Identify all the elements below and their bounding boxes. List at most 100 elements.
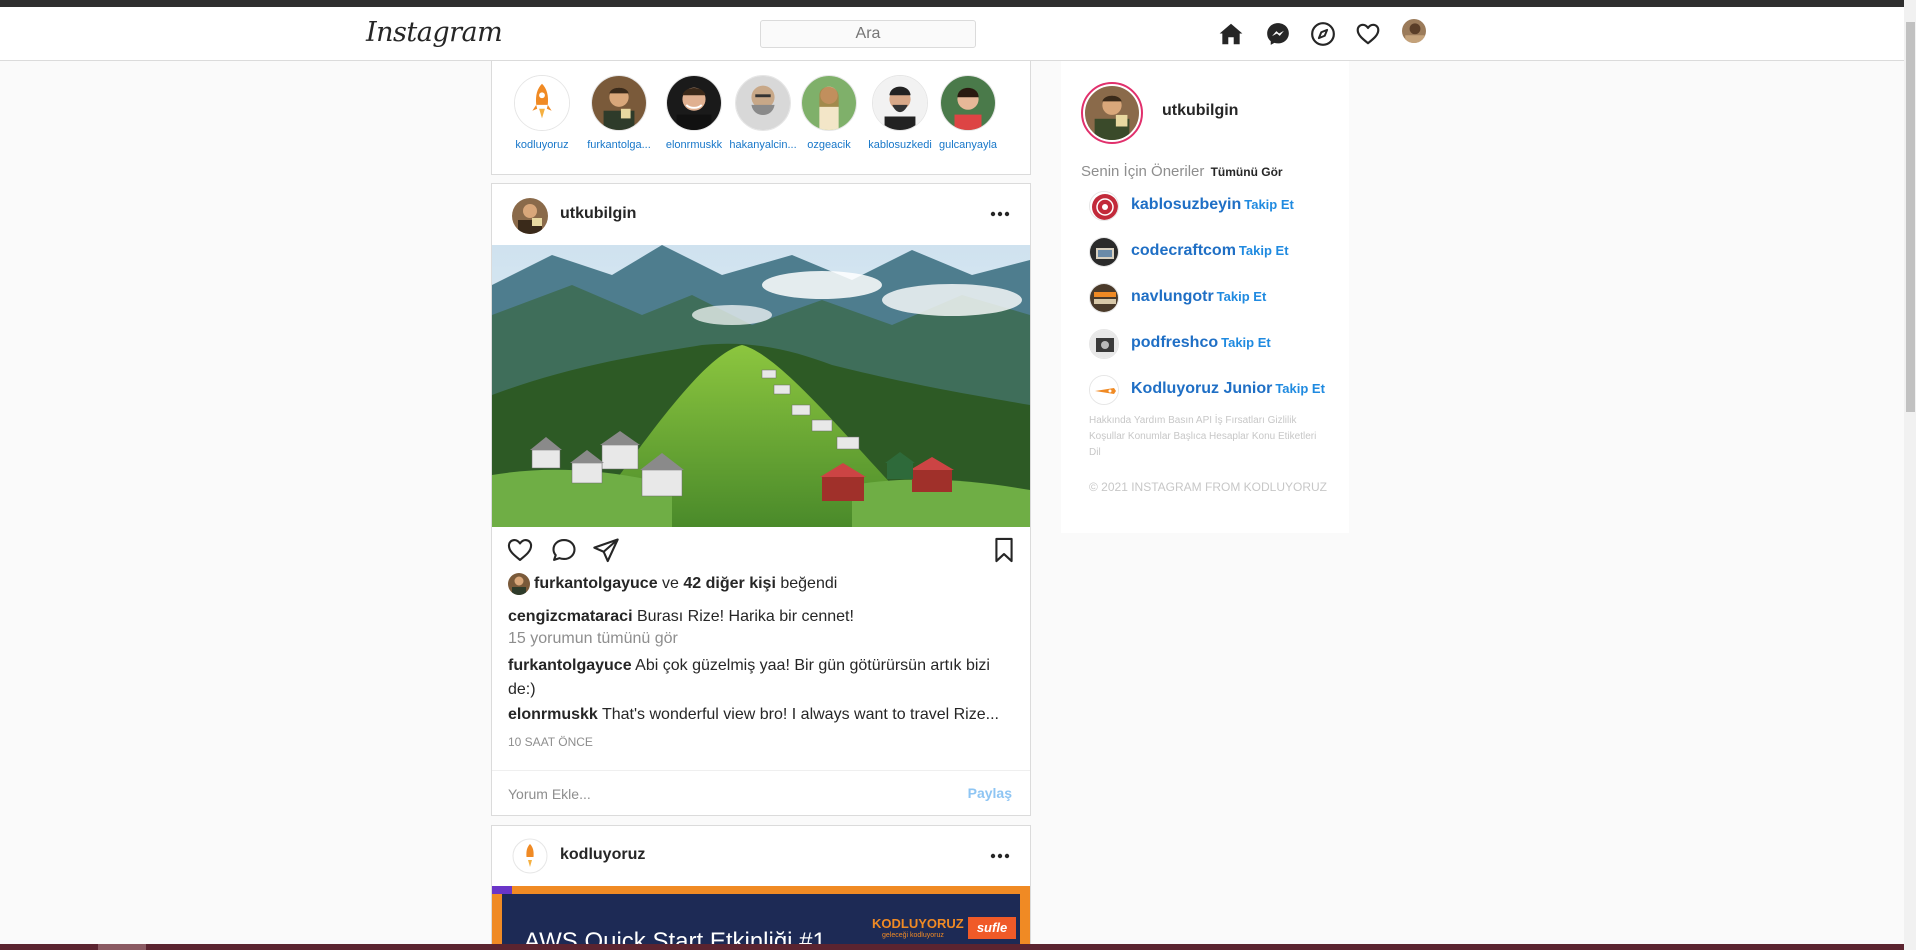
like-icon[interactable]	[506, 536, 534, 564]
likes-count[interactable]: 42 diğer kişi	[683, 575, 776, 592]
story-avatar	[872, 75, 928, 131]
story-item[interactable]: hakanyalcin...	[728, 75, 798, 151]
browser-top-strip	[0, 0, 1916, 7]
comment-item: elonrmuskk That's wonderful view bro! I …	[508, 703, 1018, 727]
current-user-avatar[interactable]	[1081, 82, 1143, 144]
post-header: kodluyoruz	[492, 826, 1030, 886]
story-username: gulcanyayla	[938, 139, 998, 151]
current-user-username[interactable]: utkubilgin	[1162, 102, 1238, 120]
post-author-username[interactable]: utkubilgin	[560, 205, 636, 223]
suggestion-item[interactable]: kablosuzbeyin Takip Et	[1089, 191, 1339, 221]
story-item[interactable]: elonrmuskk	[659, 75, 729, 151]
copyright-text: © 2021 INSTAGRAM FROM KODLUYORUZ	[1089, 480, 1327, 494]
comment-username[interactable]: elonrmuskk	[508, 706, 598, 723]
footer-links[interactable]: Hakkında Yardım Basın API İş Fırsatları …	[1089, 413, 1319, 461]
story-avatar	[591, 75, 647, 131]
story-username: furkantolga...	[587, 139, 651, 151]
banner-accent	[492, 886, 512, 894]
comment-input[interactable]	[508, 783, 948, 805]
comment-icon[interactable]	[550, 536, 578, 564]
suggestion-name[interactable]: podfreshco	[1131, 334, 1218, 351]
messenger-icon[interactable]	[1265, 21, 1291, 47]
taskbar-strip	[0, 944, 1904, 950]
post-author-username[interactable]: kodluyoruz	[560, 846, 645, 864]
sufle-logo: sufle	[968, 917, 1016, 939]
kodluyoruz-logo: KODLUYORUZ	[872, 916, 964, 931]
post-timestamp: 10 SAAT ÖNCE	[508, 735, 593, 749]
right-sidebar: utkubilgin Senin İçin Öneriler Tümünü Gö…	[1061, 61, 1349, 533]
suggestion-name[interactable]: kablosuzbeyin	[1131, 196, 1241, 213]
suggestion-name[interactable]: Kodluyoruz Junior	[1131, 380, 1272, 397]
explore-icon[interactable]	[1310, 21, 1336, 47]
suggestion-name[interactable]: codecraftcom	[1131, 242, 1236, 259]
feed-post: kodluyoruz KODLUYORUZ geleceği kodluyoru…	[491, 825, 1031, 950]
post-caption: cengizcmataraci Burası Rize! Harika bir …	[508, 605, 1018, 629]
story-item[interactable]: kodluyoruz	[507, 75, 577, 151]
home-icon[interactable]	[1218, 21, 1244, 47]
story-item[interactable]: furkantolga...	[584, 75, 654, 151]
comment-text: That's wonderful view bro! I always want…	[601, 706, 999, 723]
story-username: ozgeacik	[807, 139, 851, 151]
post-image[interactable]	[492, 245, 1030, 527]
more-options-icon[interactable]	[988, 846, 1012, 866]
post-header: utkubilgin	[492, 184, 1030, 245]
kodluyoruz-tagline: geleceği kodluyoruz	[882, 932, 944, 939]
caption-text: Burası Rize! Harika bir cennet!	[636, 608, 854, 625]
suggestions-title: Senin İçin Öneriler	[1081, 163, 1205, 180]
suggestion-avatar	[1089, 283, 1119, 313]
suggestion-item[interactable]: Kodluyoruz Junior Takip Et	[1089, 375, 1339, 405]
caption-username[interactable]: cengizcmataraci	[508, 608, 633, 625]
story-username: hakanyalcin...	[729, 139, 797, 151]
view-all-comments-link[interactable]: 15 yorumun tümünü gör	[508, 630, 678, 648]
suggestion-avatar	[1089, 329, 1119, 359]
top-navbar: Instagram	[0, 7, 1904, 61]
search-input[interactable]	[760, 20, 976, 48]
post-author-avatar[interactable]	[512, 838, 548, 874]
post-actions	[506, 536, 1020, 566]
stories-tray: kodluyoruz furkantolga... elonrmuskk hak…	[491, 61, 1031, 175]
liker-avatar	[508, 572, 530, 595]
feed-post: utkubilgin furkantolgayuce ve 42 diğer k…	[491, 183, 1031, 816]
story-item[interactable]: ozgeacik	[794, 75, 864, 151]
suggestion-avatar	[1089, 191, 1119, 221]
heart-icon[interactable]	[1355, 21, 1381, 47]
more-options-icon[interactable]	[988, 204, 1012, 224]
story-username: kodluyoruz	[515, 139, 569, 151]
post-image[interactable]: KODLUYORUZ geleceği kodluyoruz sufle AWS…	[492, 886, 1030, 950]
story-avatar	[801, 75, 857, 131]
story-avatar	[514, 75, 570, 131]
likes-suffix: beğendi	[780, 575, 838, 592]
liker-username[interactable]: furkantolgayuce	[534, 575, 658, 592]
likes-summary: furkantolgayuce ve 42 diğer kişi beğendi	[508, 572, 837, 596]
banner-panel: KODLUYORUZ geleceği kodluyoruz sufle AWS…	[502, 894, 1020, 950]
suggestion-avatar	[1089, 237, 1119, 267]
share-icon[interactable]	[592, 536, 620, 564]
suggestions-header: Senin İçin Öneriler Tümünü Gör	[1081, 163, 1283, 180]
scrollbar-thumb[interactable]	[1906, 22, 1915, 412]
follow-button[interactable]: Takip Et	[1239, 243, 1289, 258]
likes-and: ve	[662, 575, 679, 592]
suggestion-item[interactable]: codecraftcom Takip Et	[1089, 237, 1339, 267]
follow-button[interactable]: Takip Et	[1217, 289, 1267, 304]
instagram-logo[interactable]: Instagram	[366, 17, 503, 48]
story-item[interactable]: gulcanyayla	[933, 75, 1003, 151]
follow-button[interactable]: Takip Et	[1275, 381, 1325, 396]
story-item[interactable]: kablosuzkedi	[865, 75, 935, 151]
taskbar-segment	[98, 944, 146, 950]
suggestion-item[interactable]: navlungotr Takip Et	[1089, 283, 1339, 313]
post-author-avatar[interactable]	[512, 198, 548, 234]
profile-avatar[interactable]	[1402, 19, 1426, 43]
bookmark-icon[interactable]	[990, 536, 1018, 564]
suggestion-name[interactable]: navlungotr	[1131, 288, 1214, 305]
suggestion-avatar	[1089, 375, 1119, 405]
follow-button[interactable]: Takip Et	[1244, 197, 1294, 212]
comment-username[interactable]: furkantolgayuce	[508, 657, 632, 674]
story-avatar	[666, 75, 722, 131]
post-comment-button[interactable]: Paylaş	[968, 785, 1012, 801]
follow-button[interactable]: Takip Et	[1221, 335, 1271, 350]
story-username: elonrmuskk	[665, 139, 723, 151]
story-username: kablosuzkedi	[868, 139, 932, 151]
see-all-link[interactable]: Tümünü Gör	[1211, 165, 1283, 179]
suggestion-item[interactable]: podfreshco Takip Et	[1089, 329, 1339, 359]
add-comment-bar: Paylaş	[492, 770, 1030, 815]
